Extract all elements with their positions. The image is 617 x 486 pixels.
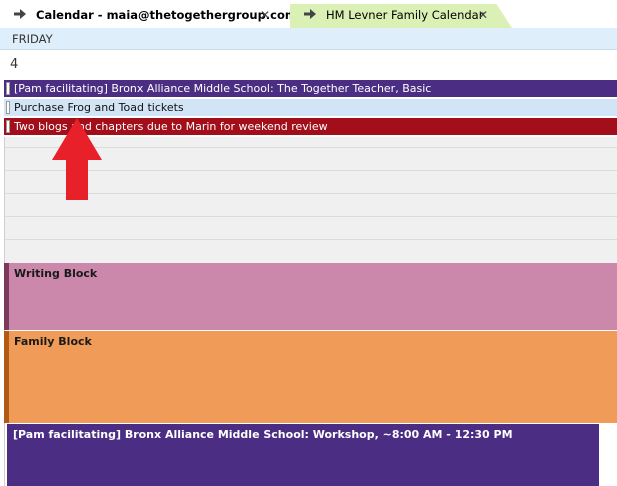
tab-label: Calendar - maia@thetogethergroup.com (36, 8, 297, 22)
tab-calendar-maia[interactable]: Calendar - maia@thetogethergroup.com ✕ (0, 4, 297, 28)
close-icon[interactable]: ✕ (260, 4, 270, 26)
tab-label: HM Levner Family Calendar (326, 8, 484, 22)
grid-line (4, 239, 617, 240)
arrow-right-icon (304, 4, 318, 26)
close-icon[interactable]: ✕ (478, 4, 488, 26)
all-day-event[interactable]: [Pam facilitating] Bronx Alliance Middle… (4, 80, 617, 97)
grid-line (4, 216, 617, 217)
day-header: FRIDAY (0, 28, 617, 50)
red-up-arrow-icon (52, 118, 102, 200)
event-workshop[interactable]: [Pam facilitating] Bronx Alliance Middle… (7, 424, 599, 486)
arrow-right-icon (14, 4, 28, 26)
event-writing-block[interactable]: Writing Block (4, 263, 617, 330)
tab-hm-levner-family-calendar[interactable]: HM Levner Family Calendar ✕ (290, 4, 512, 28)
date-number[interactable]: 4 (0, 50, 617, 78)
all-day-event[interactable]: Purchase Frog and Toad tickets (4, 99, 617, 116)
event-family-block[interactable]: Family Block (4, 331, 617, 423)
